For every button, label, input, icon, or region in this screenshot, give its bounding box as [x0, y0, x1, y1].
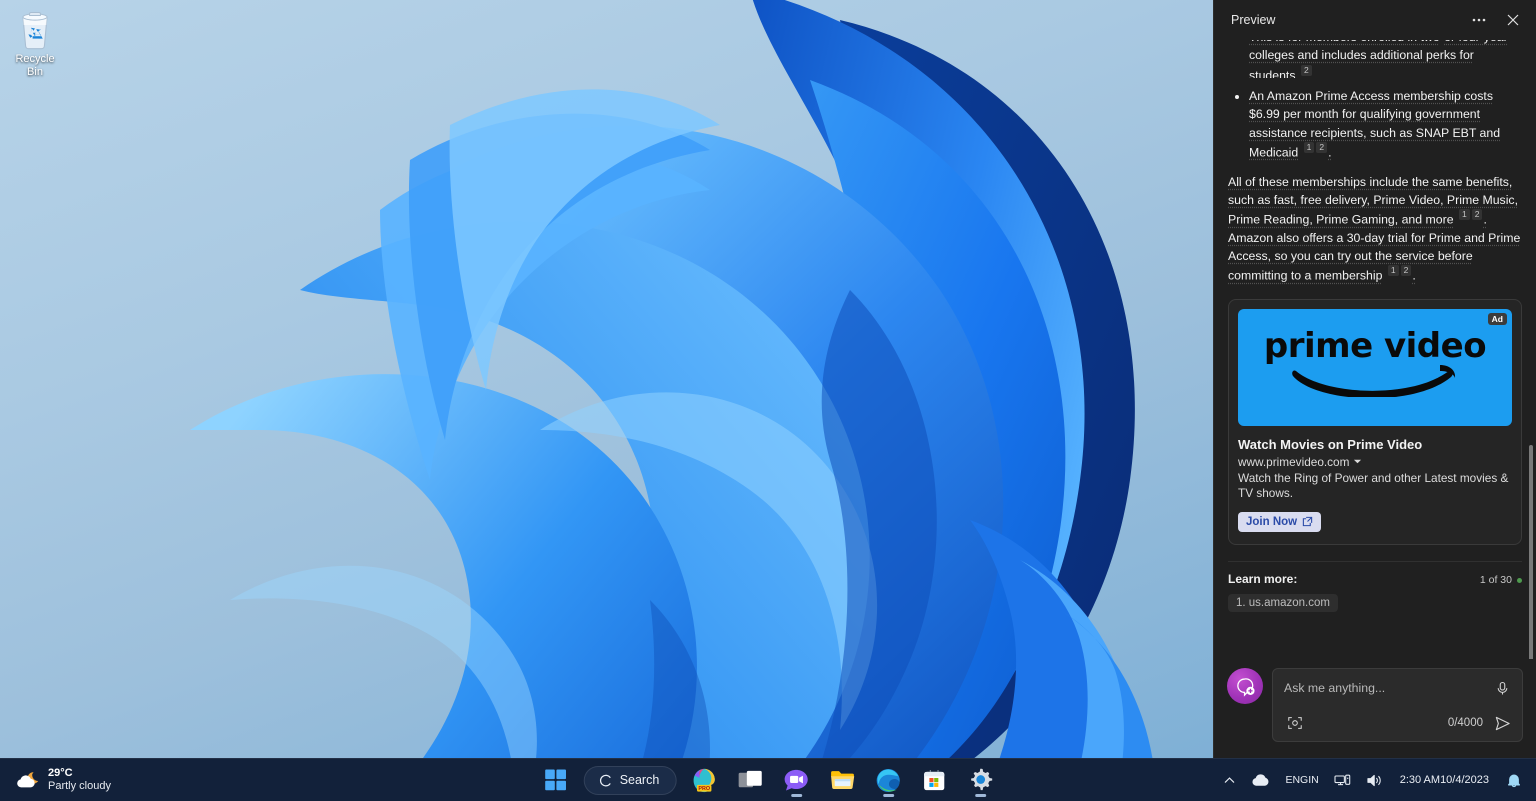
chevron-up-icon[interactable]	[1217, 763, 1242, 797]
cloud-icon[interactable]	[1245, 763, 1276, 797]
windows-start-icon[interactable]	[538, 762, 574, 798]
running-indicator	[791, 794, 802, 797]
bell-icon[interactable]	[1500, 763, 1528, 797]
svg-text:PRO: PRO	[698, 786, 710, 792]
bullet-text: An Amazon Prime Access membership costs …	[1249, 89, 1500, 159]
copilot-sidebar[interactable]: Preview This is for members enrolled in …	[1213, 0, 1536, 758]
recycle-bin-icon	[15, 8, 55, 50]
file-explorer-icon[interactable]	[824, 762, 860, 798]
ad-url-text: www.primevideo.com	[1238, 455, 1349, 469]
sidebar-title: Preview	[1231, 13, 1462, 27]
sidebar-header: Preview	[1214, 0, 1536, 40]
citation-badge[interactable]: 2	[1472, 209, 1483, 220]
tray-time: 2:30 AM	[1400, 774, 1440, 787]
join-now-button[interactable]: Join Now	[1238, 512, 1321, 532]
sponsored-ad-card[interactable]: prime video Ad Watch Movies on Prime Vid…	[1228, 299, 1522, 545]
microsoft-store-icon[interactable]	[916, 762, 952, 798]
system-tray: ENG IN 2:30 AM 10/4/2023	[1217, 759, 1528, 801]
network-icon[interactable]	[1328, 763, 1357, 797]
taskbar: 29°C Partly cloudy Search	[0, 758, 1536, 801]
ad-url-row[interactable]: www.primevideo.com	[1238, 455, 1512, 469]
ad-banner-image[interactable]: prime video Ad	[1238, 309, 1512, 426]
language-line-1: ENG	[1285, 774, 1308, 786]
microsoft-edge-icon[interactable]	[870, 762, 906, 798]
chat-input[interactable]	[1284, 681, 1485, 695]
weather-temperature: 29°C	[48, 767, 111, 780]
copilot-chat-plus-icon[interactable]	[1227, 668, 1263, 704]
list-item: An Amazon Prime Access membership costs …	[1228, 87, 1522, 162]
taskbar-search-label: Search	[620, 773, 660, 787]
composer-area: 0/4000	[1214, 659, 1536, 758]
sidebar-scrollbar-thumb[interactable]	[1529, 445, 1533, 659]
learn-more-header: Learn more: 1 of 30	[1228, 572, 1522, 586]
chat-input-container[interactable]: 0/4000	[1272, 668, 1523, 742]
cloud-moon-icon	[14, 768, 40, 792]
paragraph-part-3: .	[1412, 269, 1415, 283]
ad-description: Watch the Ring of Power and other Latest…	[1238, 471, 1512, 502]
message-scroll-area[interactable]: This is for members enrolled in two or f…	[1214, 40, 1536, 659]
external-link-icon	[1302, 516, 1313, 527]
language-indicator[interactable]: ENG IN	[1279, 763, 1324, 797]
learn-more-label: Learn more:	[1228, 572, 1480, 586]
learn-more-count: 1 of 30	[1480, 574, 1512, 586]
bullet-trailing: .	[1328, 145, 1331, 159]
desktop-icon-recycle-bin[interactable]: Recycle Bin	[6, 8, 64, 79]
citation-badge[interactable]: 1	[1304, 142, 1315, 153]
bullet-trailing: .	[1313, 68, 1316, 78]
running-indicator	[883, 794, 894, 797]
taskbar-weather-widget[interactable]: 29°C Partly cloudy	[0, 759, 300, 801]
bullet-list: This is for members enrolled in two or f…	[1228, 40, 1522, 162]
join-now-label: Join Now	[1246, 516, 1297, 528]
weather-condition: Partly cloudy	[48, 780, 111, 793]
send-icon[interactable]	[1491, 712, 1513, 734]
paint-3d-icon[interactable]: PRO	[686, 762, 722, 798]
copilot-search-icon	[598, 773, 613, 788]
citation-badge[interactable]: 1	[1388, 265, 1399, 276]
taskbar-center-group: Search PRO	[538, 759, 999, 801]
citation-badge[interactable]: 2	[1301, 65, 1312, 76]
citation-badge[interactable]: 1	[1459, 209, 1470, 220]
tray-date: 10/4/2023	[1440, 774, 1489, 787]
list-item: This is for members enrolled in two or f…	[1228, 40, 1522, 78]
citation-badge[interactable]: 2	[1316, 142, 1327, 153]
prime-video-wordmark: prime video	[1264, 329, 1486, 363]
recycle-bin-label: Recycle Bin	[6, 53, 64, 79]
language-line-2: IN	[1308, 774, 1319, 786]
ad-title[interactable]: Watch Movies on Prime Video	[1238, 437, 1512, 452]
chat-teams-icon[interactable]	[778, 762, 814, 798]
answer-paragraph: All of these memberships include the sam…	[1228, 173, 1522, 285]
running-indicator	[975, 794, 986, 797]
settings-gear-icon[interactable]	[962, 762, 998, 798]
wallpaper-bloom	[150, 0, 1213, 758]
ellipsis-icon[interactable]	[1462, 5, 1496, 35]
desktop[interactable]: Recycle Bin	[0, 0, 1213, 758]
learn-more-section: Learn more: 1 of 30 1. us.amazon.com	[1228, 561, 1522, 626]
visual-search-icon[interactable]	[1284, 712, 1306, 734]
status-dot-icon	[1517, 578, 1522, 583]
amazon-smile-icon	[1290, 361, 1460, 397]
bullet-clipped-text: This is for members enrolled in two	[1249, 40, 1440, 44]
ad-label-badge[interactable]: Ad	[1488, 313, 1507, 325]
taskbar-search-button[interactable]: Search	[584, 766, 677, 795]
bullet-text: or four-year colleges and includes addit…	[1249, 40, 1508, 78]
chevron-down-icon[interactable]	[1353, 457, 1362, 466]
source-chip-us-amazon[interactable]: 1. us.amazon.com	[1228, 594, 1338, 612]
microphone-icon[interactable]	[1491, 677, 1513, 699]
close-icon[interactable]	[1496, 5, 1530, 35]
message-content: This is for members enrolled in two or f…	[1228, 40, 1522, 626]
character-counter: 0/4000	[1448, 717, 1483, 729]
task-view-icon[interactable]	[732, 762, 768, 798]
clock-date[interactable]: 2:30 AM 10/4/2023	[1392, 763, 1497, 797]
speaker-icon[interactable]	[1360, 763, 1389, 797]
citation-badge[interactable]: 2	[1401, 265, 1412, 276]
